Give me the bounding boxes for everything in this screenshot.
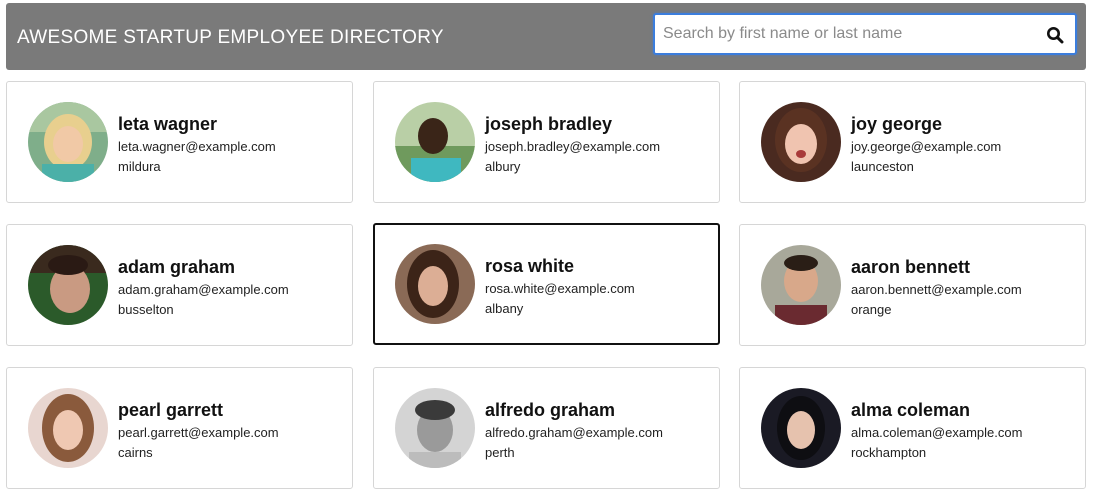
employee-city: perth — [485, 445, 515, 460]
avatar — [761, 102, 841, 182]
employee-name: aaron bennett — [851, 257, 971, 277]
avatar — [28, 102, 108, 182]
employee-card[interactable]: alfredo graham alfredo.graham@example.co… — [373, 367, 720, 489]
avatar — [395, 102, 475, 182]
search-icon — [1047, 27, 1064, 44]
employee-email: leta.wagner@example.com — [118, 139, 276, 154]
employee-city: mildura — [118, 159, 161, 174]
employee-city: albury — [485, 159, 521, 174]
employee-name: joseph bradley — [485, 114, 613, 134]
employee-city: rockhampton — [851, 445, 927, 460]
employee-card[interactable]: joseph bradley joseph.bradley@example.co… — [373, 81, 720, 203]
employee-email: alfredo.graham@example.com — [485, 425, 663, 440]
employee-email: aaron.bennett@example.com — [851, 282, 1022, 297]
employee-card[interactable]: joy george joy.george@example.com launce… — [739, 81, 1086, 203]
employee-city: cairns — [118, 445, 153, 460]
employee-card[interactable]: adam graham adam.graham@example.com buss… — [6, 224, 353, 346]
employee-email: joy.george@example.com — [851, 139, 1002, 154]
employee-card[interactable]: rosa white rosa.white@example.com albany — [373, 223, 720, 345]
employee-name: rosa white — [485, 256, 575, 276]
avatar — [761, 388, 841, 468]
employee-city: albany — [485, 301, 524, 316]
avatar — [395, 388, 475, 468]
employee-email: rosa.white@example.com — [485, 281, 635, 296]
employee-name: alfredo graham — [485, 400, 616, 420]
search-button[interactable] — [1041, 21, 1069, 49]
search-box — [653, 13, 1077, 55]
page-title: AWESOME STARTUP EMPLOYEE DIRECTORY — [17, 27, 444, 48]
employee-card[interactable]: alma coleman alma.coleman@example.com ro… — [739, 367, 1086, 489]
employee-city: orange — [851, 302, 892, 317]
avatar — [395, 244, 475, 324]
employee-card[interactable]: pearl garrett pearl.garrett@example.com … — [6, 367, 353, 489]
employee-email: joseph.bradley@example.com — [485, 139, 661, 154]
employee-email: adam.graham@example.com — [118, 282, 289, 297]
search-input[interactable] — [663, 20, 1033, 48]
employee-name: pearl garrett — [118, 400, 224, 420]
avatar — [28, 388, 108, 468]
app-header: AWESOME STARTUP EMPLOYEE DIRECTORY — [6, 3, 1086, 70]
employee-name: alma coleman — [851, 400, 971, 420]
employee-city: launceston — [851, 159, 914, 174]
employee-name: leta wagner — [118, 114, 218, 134]
employee-email: pearl.garrett@example.com — [118, 425, 279, 440]
avatar — [761, 245, 841, 325]
employee-city: busselton — [118, 302, 174, 317]
employee-email: alma.coleman@example.com — [851, 425, 1023, 440]
avatar — [28, 245, 108, 325]
employee-card[interactable]: aaron bennett aaron.bennett@example.com … — [739, 224, 1086, 346]
employee-name: adam graham — [118, 257, 236, 277]
employee-card[interactable]: leta wagner leta.wagner@example.com mild… — [6, 81, 353, 203]
employee-name: joy george — [851, 114, 943, 134]
